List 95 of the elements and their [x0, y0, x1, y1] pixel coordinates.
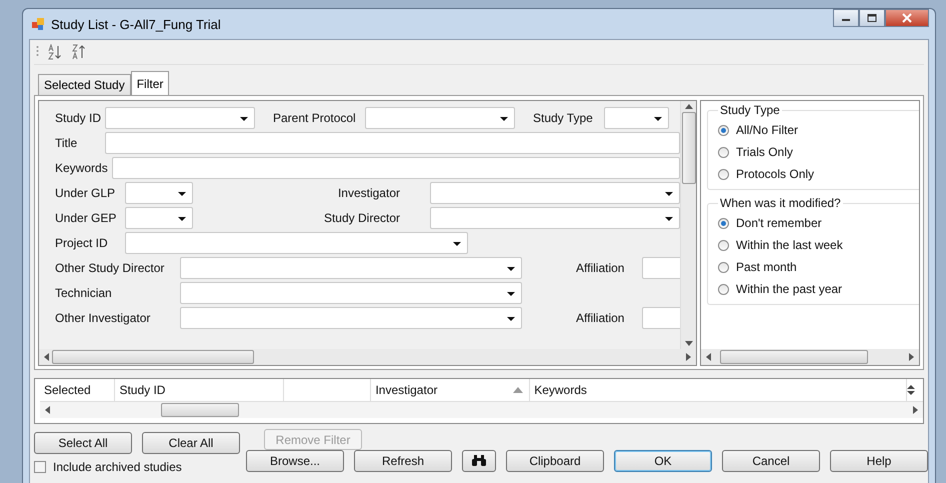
radio-option[interactable]: Within the past year	[718, 278, 919, 300]
caret-icon	[178, 192, 186, 196]
dropdown-field[interactable]	[105, 107, 255, 129]
binoculars-icon	[471, 455, 487, 467]
input-field[interactable]	[112, 157, 680, 179]
field-label: Other Investigator	[54, 311, 152, 325]
scroll-thumb[interactable]	[720, 350, 868, 364]
scroll-left-icon	[45, 406, 50, 414]
dropdown-field[interactable]	[430, 207, 680, 229]
field-label: Project ID	[54, 236, 109, 250]
scroll-right-icon	[913, 406, 918, 414]
caret-icon	[665, 217, 673, 221]
caret-icon	[507, 267, 515, 271]
vertical-scrollbar[interactable]	[680, 101, 696, 349]
horizontal-scrollbar[interactable]	[39, 349, 696, 365]
input-field[interactable]	[642, 307, 680, 329]
input-field[interactable]	[105, 132, 680, 154]
horizontal-scrollbar[interactable]	[40, 402, 923, 418]
field-label: Affiliation	[575, 311, 626, 325]
scroll-right-icon	[686, 353, 691, 361]
field-label: Affiliation	[575, 261, 626, 275]
caret-icon	[654, 117, 662, 121]
minimize-button[interactable]	[833, 9, 859, 27]
dropdown-field[interactable]	[180, 257, 522, 279]
dropdown-field[interactable]	[604, 107, 669, 129]
dropdown-field[interactable]	[125, 182, 193, 204]
radio-option[interactable]: Past month	[718, 256, 919, 278]
toolbar-grip-icon	[36, 45, 39, 59]
field-label: Study ID	[54, 111, 102, 125]
group-title: Study Type	[719, 103, 781, 117]
find-button[interactable]	[462, 450, 496, 472]
scroll-arrows-icon[interactable]	[907, 384, 915, 396]
scroll-right-icon	[909, 353, 914, 361]
action-button[interactable]: Select All	[34, 432, 132, 454]
close-icon	[901, 13, 913, 23]
caret-icon	[240, 117, 248, 121]
field-label: Keywords	[54, 161, 109, 175]
scroll-up-icon	[684, 104, 692, 109]
action-button[interactable]: Help	[830, 450, 928, 472]
radio-option[interactable]: Don't remember	[718, 212, 919, 234]
column-header[interactable]: Selected	[40, 379, 116, 401]
radio-option[interactable]: All/No Filter	[718, 119, 919, 141]
scroll-thumb[interactable]	[52, 350, 254, 364]
column-header[interactable]: Keywords	[530, 379, 908, 401]
tab[interactable]: Selected Study	[38, 74, 131, 95]
archived-checkbox[interactable]: Include archived studies	[34, 460, 240, 474]
caret-icon	[507, 292, 515, 296]
group-title: When was it modified?	[719, 196, 842, 210]
scroll-left-icon	[44, 353, 49, 361]
input-field[interactable]	[642, 257, 680, 279]
scroll-thumb[interactable]	[682, 112, 696, 184]
sort-arrow-icon	[513, 387, 524, 393]
caret-icon	[453, 242, 461, 246]
close-button[interactable]	[885, 9, 929, 27]
scroll-thumb[interactable]	[161, 403, 239, 417]
field-label: Title	[54, 136, 78, 150]
maximize-button[interactable]	[859, 9, 885, 27]
radio-option[interactable]: Within the last week	[718, 234, 919, 256]
action-button[interactable]: Cancel	[722, 450, 820, 472]
field-label: Under GLP	[54, 186, 116, 200]
action-button[interactable]: Refresh	[354, 450, 452, 472]
dropdown-field[interactable]	[430, 182, 680, 204]
action-button[interactable]: Clipboard	[506, 450, 604, 472]
maximize-icon	[867, 14, 877, 22]
field-label: Investigator	[336, 186, 401, 200]
window-title: Study List - G-All7_Fung Trial	[51, 16, 221, 32]
horizontal-scrollbar[interactable]	[701, 349, 919, 365]
column-header[interactable]: Investigator	[371, 379, 530, 401]
dropdown-field[interactable]	[125, 207, 193, 229]
tab[interactable]: Filter	[130, 71, 170, 95]
sort-ascending-icon[interactable]	[47, 44, 63, 60]
action-button[interactable]: Browse...	[246, 450, 344, 472]
caret-icon	[500, 117, 508, 121]
dropdown-field[interactable]	[180, 307, 522, 329]
sort-descending-icon[interactable]	[71, 44, 87, 60]
field-label: Study Director	[322, 211, 401, 225]
caret-icon	[507, 317, 515, 321]
field-label: Other Study Director	[54, 261, 166, 275]
field-label: Technician	[54, 286, 113, 300]
caret-icon	[178, 217, 186, 221]
dropdown-field[interactable]	[125, 232, 468, 254]
column-header[interactable]: Study ID	[115, 379, 284, 401]
action-button[interactable]: OK	[614, 450, 712, 472]
dropdown-field[interactable]	[365, 107, 515, 129]
caret-icon	[665, 192, 673, 196]
radio-option[interactable]: Protocols Only	[718, 163, 919, 185]
app-icon	[31, 17, 45, 31]
dropdown-field[interactable]	[180, 282, 522, 304]
radio-option[interactable]: Trials Only	[718, 141, 919, 163]
scroll-left-icon	[706, 353, 711, 361]
field-label: Study Type	[532, 111, 594, 125]
action-button[interactable]: Clear All	[142, 432, 240, 454]
scroll-down-icon	[684, 341, 692, 346]
field-label: Parent Protocol	[272, 111, 357, 125]
field-label: Under GEP	[54, 211, 118, 225]
